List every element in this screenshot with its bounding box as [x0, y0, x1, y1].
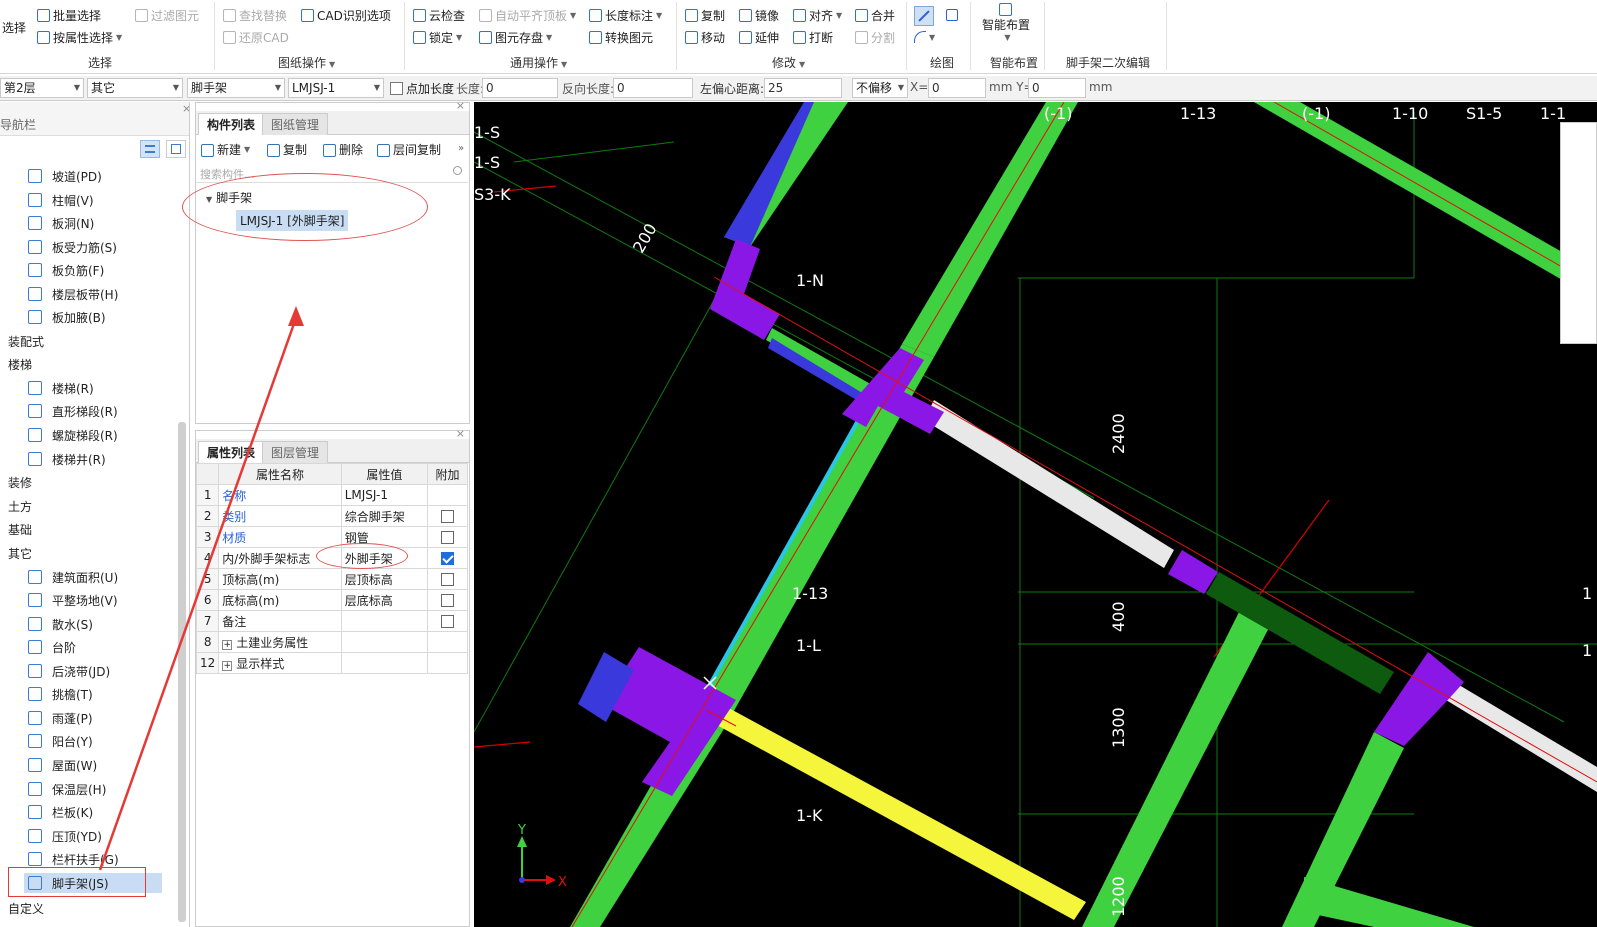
axis-label: 1-K: [796, 806, 823, 825]
axis-label: 1: [1582, 641, 1592, 660]
ucs-axis-icon: Y X: [517, 823, 567, 890]
axis-label: 1-L: [796, 636, 821, 655]
dimension-label: 200: [629, 220, 661, 256]
dimension-label: 400: [1109, 601, 1128, 632]
axis-label: 1-10: [1392, 104, 1428, 123]
axis-label: (-1): [1044, 104, 1072, 123]
ucs-y-label: Y: [517, 823, 526, 838]
axis-label: (-1): [1302, 104, 1330, 123]
axis-label: 1-13: [792, 584, 828, 603]
axis-label: 1-13: [1180, 104, 1216, 123]
cad-drawing[interactable]: 1-S 1-S S3-K (-1) 1-13 (-1) 1-10 S1-5 1-…: [474, 102, 1597, 927]
axis-label: 1-1: [1540, 104, 1566, 123]
ucs-x-label: X: [558, 875, 567, 890]
axis-label: 1: [1582, 584, 1592, 603]
axis-label: S1-5: [1466, 104, 1502, 123]
dimension-label: 1300: [1109, 707, 1128, 748]
drawing-canvas[interactable]: 1-S 1-S S3-K (-1) 1-13 (-1) 1-10 S1-5 1-…: [474, 102, 1597, 927]
axis-label: 1-S: [474, 123, 500, 142]
axis-label: S3-K: [474, 185, 511, 204]
dimension-label: 1200: [1109, 876, 1128, 917]
axis-label: 1-S: [474, 153, 500, 172]
view-toolbar[interactable]: [1560, 122, 1597, 344]
dimension-label: 2400: [1109, 413, 1128, 454]
axis-label: 1-N: [796, 271, 824, 290]
